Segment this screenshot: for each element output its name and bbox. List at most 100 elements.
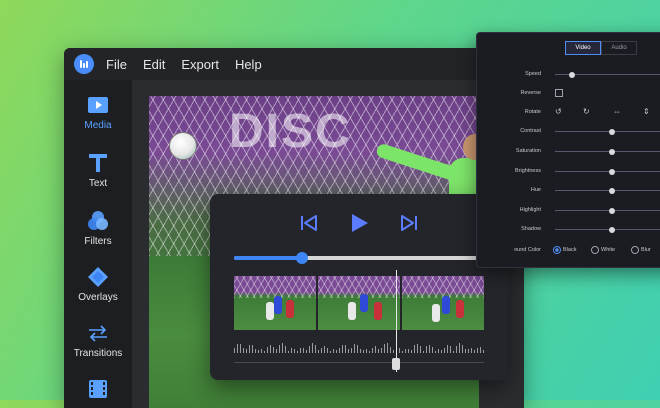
waveform-bar (249, 345, 250, 353)
tab-video[interactable]: Video (565, 41, 601, 55)
saturation-label: Saturation (515, 148, 541, 154)
waveform-bar (459, 343, 460, 353)
waveform-bar (393, 350, 394, 353)
highlight-label: Highlight (519, 207, 541, 213)
radio-black[interactable] (553, 246, 561, 254)
progress-fill (234, 256, 302, 260)
flip-vertical-icon[interactable]: ⇕ (643, 107, 650, 117)
brightness-slider-knob[interactable] (609, 168, 616, 175)
waveform-bar (243, 347, 244, 353)
waveform-bar (261, 349, 262, 353)
radio-white[interactable] (591, 246, 599, 254)
contrast-slider-track[interactable] (555, 131, 660, 132)
timeline-thumbnails[interactable] (234, 276, 484, 330)
rotate-right-icon[interactable]: ↻ (583, 107, 590, 117)
sidebar-item-transitions[interactable]: Transitions (64, 322, 132, 359)
skip-back-icon[interactable] (298, 212, 320, 234)
playhead-handle[interactable] (392, 358, 400, 370)
waveform-bar (333, 348, 334, 353)
radio-black-label: Black (563, 247, 577, 253)
highlight-slider-knob[interactable] (609, 207, 616, 214)
waveform-bar (342, 344, 343, 353)
menu-edit[interactable]: Edit (143, 57, 165, 72)
highlight-slider-track[interactable] (555, 210, 660, 211)
media-icon (88, 97, 108, 113)
menu-help[interactable]: Help (235, 57, 262, 72)
brightness-label: Brightness (515, 168, 541, 174)
sidebar-item-text[interactable]: Text (64, 152, 132, 189)
sidebar-item-label: Overlays (78, 292, 118, 303)
speed-row: Speed (477, 68, 660, 80)
progress-bar[interactable] (234, 252, 484, 264)
waveform-bar (291, 348, 292, 353)
waveform-bar (471, 348, 472, 353)
sidebar-item-label: Filters (84, 236, 112, 247)
waveform-bar (366, 348, 367, 353)
play-icon[interactable] (348, 212, 370, 234)
waveform-bar (288, 350, 289, 353)
waveform-bar (306, 350, 307, 353)
sidebar-item-media[interactable]: Media (64, 94, 132, 131)
waveform-bar (327, 347, 328, 353)
waveform-bar (450, 346, 451, 353)
waveform-bar (270, 345, 271, 353)
radio-blur[interactable] (631, 246, 639, 254)
sidebar-item-label: Transitions (73, 348, 123, 359)
waveform-bar (435, 350, 436, 353)
hue-slider-knob[interactable] (609, 187, 616, 194)
waveform-bar (279, 344, 280, 353)
flip-horizontal-icon[interactable]: ⇔ (613, 107, 621, 117)
menu-file[interactable]: File (106, 57, 127, 72)
menu-export[interactable]: Export (181, 57, 219, 72)
waveform-bar (237, 344, 238, 353)
waveform-bar (405, 348, 406, 353)
contrast-slider-knob[interactable] (609, 128, 616, 135)
waveform-bar (234, 348, 235, 353)
speed-slider-knob[interactable] (568, 71, 575, 78)
skip-forward-icon[interactable] (398, 212, 420, 234)
waveform-bar (474, 350, 475, 353)
waveform-bar (420, 345, 421, 353)
waveform-bar (426, 346, 427, 353)
waveform-bar (282, 343, 283, 353)
waveform-bar (339, 347, 340, 353)
hue-slider-track[interactable] (555, 190, 660, 191)
progress-knob[interactable] (295, 252, 308, 264)
saturation-slider-knob[interactable] (609, 148, 616, 155)
contrast-row: Contrast (477, 125, 660, 137)
properties-panel: Video Audio Speed Reverse Rotate ↺ ↻ ⇔ ⇕… (476, 32, 660, 268)
tab-audio[interactable]: Audio (601, 41, 637, 55)
sidebar-item-overlays[interactable]: Overlays (64, 266, 132, 303)
waveform-bar (354, 344, 355, 353)
waveform-bar (297, 350, 298, 353)
waveform-bar (321, 347, 322, 353)
waveform-bar (411, 349, 412, 353)
reverse-checkbox[interactable] (555, 89, 563, 97)
sidebar-item-film[interactable] (64, 378, 132, 400)
waveform-bar (453, 350, 454, 353)
waveform-bar (357, 344, 358, 353)
thumbnail-frame (318, 276, 400, 330)
background-color-row: ound Color Black White Blur (477, 244, 660, 256)
sidebar-item-filters[interactable]: Filters (64, 210, 132, 247)
thumbnail-frame (234, 276, 316, 330)
sidebar: Media Text Filters Overlays Transitions (64, 80, 132, 408)
shadow-slider-knob[interactable] (609, 226, 616, 233)
waveform-bar (378, 348, 379, 353)
waveform-bar (351, 347, 352, 353)
waveform-bar (483, 350, 484, 353)
waveform-bar (363, 349, 364, 353)
waveform-bar (408, 348, 409, 353)
waveform-bar (294, 348, 295, 353)
brightness-slider-track[interactable] (555, 171, 660, 172)
filters-icon (88, 211, 108, 230)
waveform-bar (246, 349, 247, 353)
rotate-left-icon[interactable]: ↺ (555, 107, 562, 117)
waveform-bar (312, 343, 313, 353)
shadow-slider-track[interactable] (555, 229, 660, 230)
waveform-bar (444, 348, 445, 353)
saturation-slider-track[interactable] (555, 151, 660, 152)
waveform-bar (399, 347, 400, 353)
audio-waveform[interactable] (234, 340, 484, 356)
timeline-track-line (234, 362, 484, 363)
